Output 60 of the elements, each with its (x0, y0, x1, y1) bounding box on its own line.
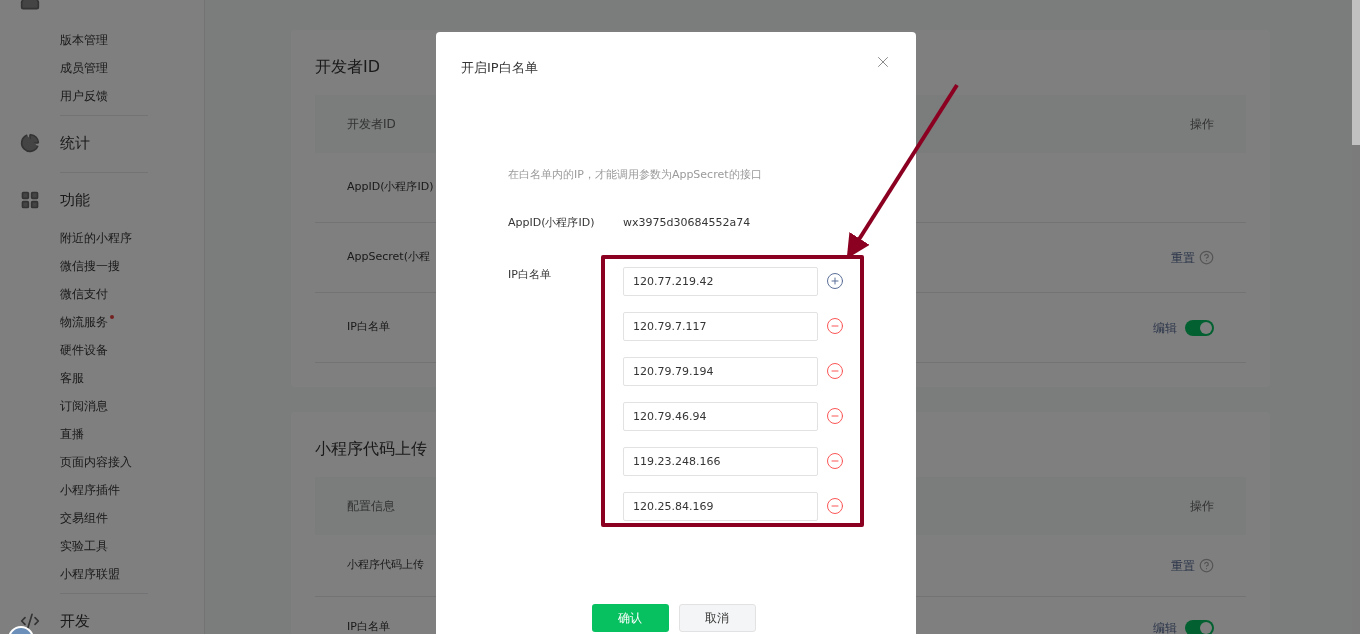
remove-icon[interactable] (826, 362, 844, 380)
sidebar-item[interactable]: 订阅消息 (60, 397, 108, 415)
help-icon[interactable] (1199, 250, 1214, 265)
sidebar-item[interactable]: 客服 (60, 369, 84, 387)
reset-link[interactable]: 重置 (1171, 248, 1195, 267)
sidebar-section-title[interactable]: 开发 (60, 609, 90, 633)
sidebar-item[interactable]: 小程序插件 (60, 481, 120, 499)
ip-input[interactable]: 120.79.79.194 (623, 356, 818, 386)
edit-link[interactable]: 编辑 (1153, 318, 1177, 337)
help-icon[interactable] (1199, 558, 1214, 573)
sidebar-item[interactable]: 版本管理 (60, 31, 108, 49)
table-cell: AppID(小程序ID) (347, 179, 434, 196)
table-cell: IP白名单 (347, 319, 390, 336)
sidebar-item[interactable]: 页面内容接入 (60, 453, 132, 471)
toggle-switch[interactable] (1185, 619, 1214, 634)
sidebar-item[interactable]: 成员管理 (60, 59, 108, 77)
column-header: 操作 (1190, 498, 1214, 515)
dialog-title: 开启IP白名单 (461, 59, 538, 77)
hint-text: 在白名单内的IP，才能调用参数为AppSecret的接口 (508, 166, 763, 183)
code-icon (20, 611, 40, 631)
card-title: 小程序代码上传 (315, 437, 427, 460)
confirm-button[interactable]: 确认 (591, 604, 669, 632)
sidebar-item[interactable]: 微信搜一搜 (60, 257, 120, 275)
sidebar-item[interactable]: 微信支付 (60, 285, 108, 303)
sidebar-item[interactable]: 小程序联盟 (60, 565, 120, 583)
remove-icon[interactable] (826, 497, 844, 515)
column-header: 操作 (1190, 116, 1214, 133)
field-label: AppID(小程序ID) (508, 215, 596, 231)
edit-link[interactable]: 编辑 (1153, 618, 1177, 634)
table-cell: AppSecret(小程 (347, 249, 430, 266)
ip-input[interactable]: 120.79.46.94 (623, 401, 818, 431)
sidebar-item[interactable]: 交易组件 (60, 509, 108, 527)
table-cell: IP白名单 (347, 619, 390, 634)
sidebar-item[interactable]: 实验工具 (60, 537, 108, 555)
sidebar-item[interactable]: 附近的小程序 (60, 229, 132, 247)
app-id-value: wx3975d30684552a74 (623, 215, 751, 231)
pie-chart-icon (20, 133, 40, 153)
sidebar-section-title[interactable]: 功能 (60, 188, 90, 212)
sidebar-item[interactable]: 物流服务 (60, 313, 108, 331)
sidebar-section-title[interactable]: 统计 (60, 131, 90, 155)
ip-input[interactable]: 120.25.84.169 (623, 491, 818, 521)
sidebar-item[interactable]: 用户反馈 (60, 87, 108, 105)
ip-input[interactable]: 120.79.7.117 (623, 311, 818, 341)
column-header: 配置信息 (347, 498, 395, 515)
grid-icon (20, 190, 40, 210)
ip-input[interactable]: 120.77.219.42 (623, 266, 818, 296)
remove-icon[interactable] (826, 317, 844, 335)
card-title: 开发者ID (315, 55, 381, 78)
table-cell: 小程序代码上传 (347, 557, 424, 574)
ip-input[interactable]: 119.23.248.166 (623, 446, 818, 476)
cancel-button[interactable]: 取消 (678, 604, 756, 632)
sidebar-item[interactable]: 硬件设备 (60, 341, 108, 359)
column-header: 开发者ID (347, 116, 396, 133)
remove-icon[interactable] (826, 452, 844, 470)
remove-icon[interactable] (826, 407, 844, 425)
sidebar-item[interactable]: 直播 (60, 425, 84, 443)
toggle-switch[interactable] (1185, 319, 1214, 336)
field-label: IP白名单 (508, 266, 552, 283)
reset-link[interactable]: 重置 (1171, 556, 1195, 575)
add-icon[interactable] (826, 272, 844, 290)
